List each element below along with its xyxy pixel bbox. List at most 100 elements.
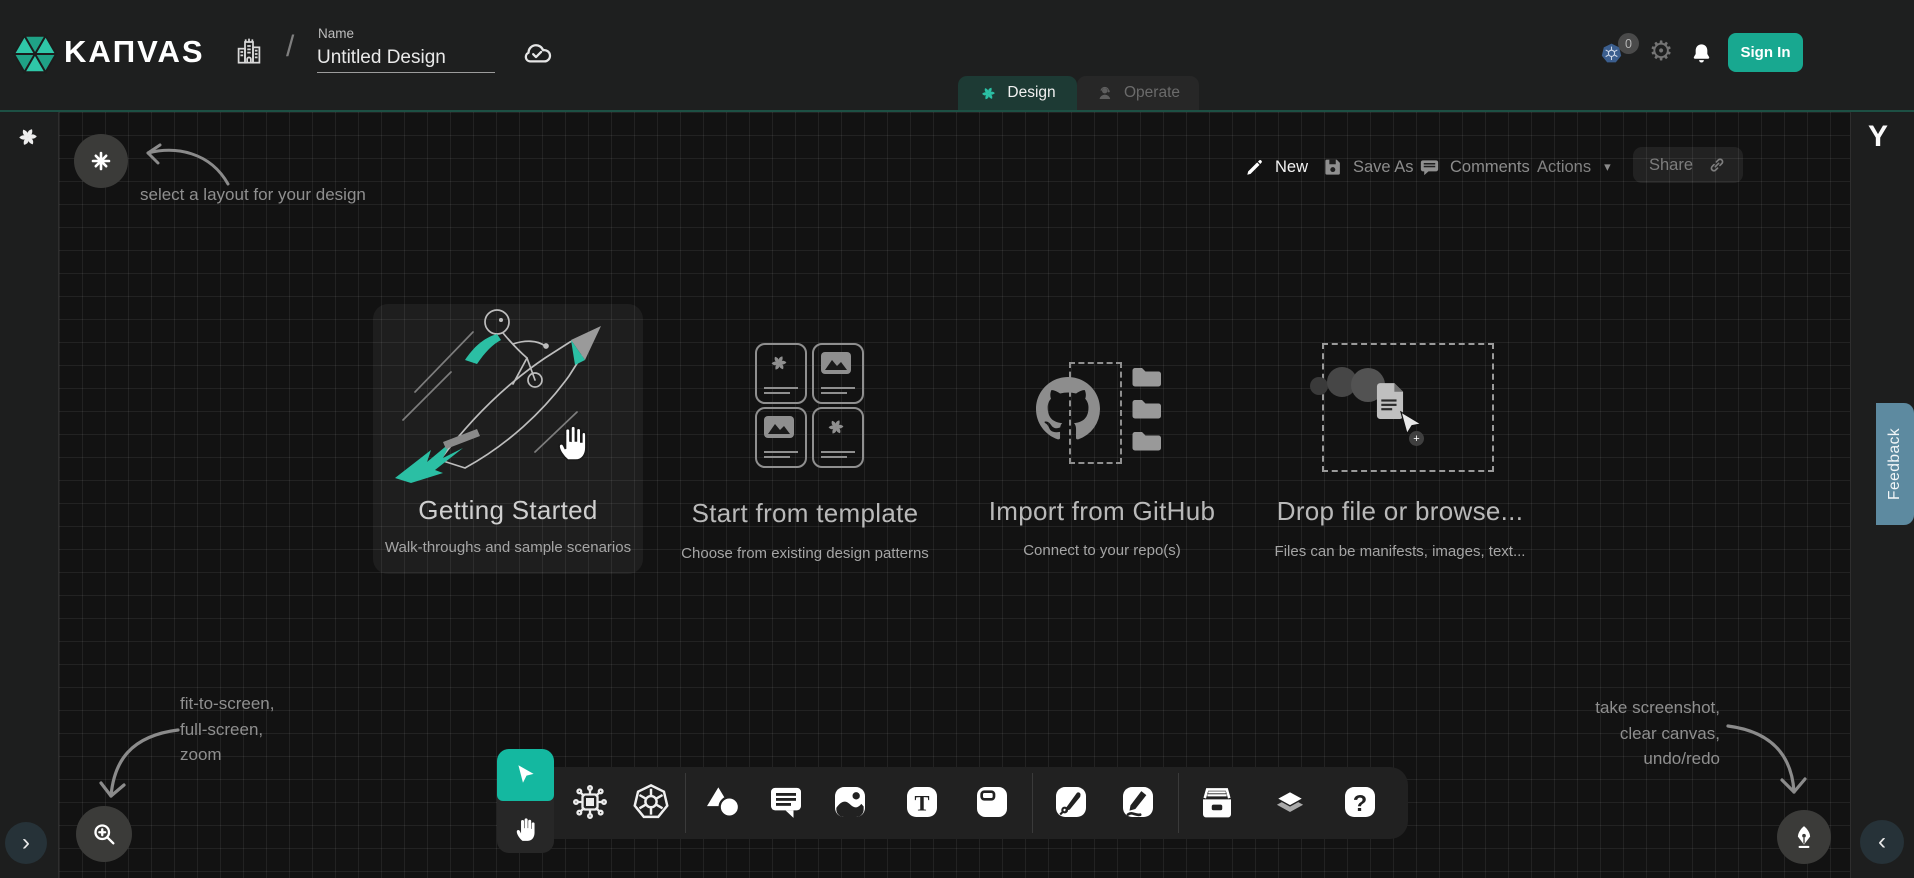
folder-icon bbox=[1130, 397, 1163, 421]
pinwheel-icon bbox=[825, 416, 847, 438]
kubernetes-wheel-icon bbox=[630, 781, 672, 823]
hint-line: zoom bbox=[180, 742, 274, 768]
canvas-actions-hint-text: take screenshot, clear canvas, undo/redo bbox=[1558, 695, 1720, 772]
hint-line: full-screen, bbox=[180, 717, 274, 743]
pinwheel-icon bbox=[768, 352, 790, 374]
card-start-from-template[interactable] bbox=[725, 330, 890, 475]
toolbar-separator bbox=[1178, 773, 1179, 833]
comments-icon bbox=[1418, 156, 1441, 179]
template-tile bbox=[812, 343, 864, 404]
design-pinwheel-icon bbox=[979, 84, 998, 103]
kubernetes-tool[interactable] bbox=[628, 779, 674, 825]
notifications-bell-icon[interactable] bbox=[1689, 41, 1714, 66]
layout-hint-arrow bbox=[138, 140, 233, 190]
viewport-hint-text: fit-to-screen, full-screen, zoom bbox=[180, 691, 274, 768]
image-icon bbox=[764, 416, 794, 438]
comments-button[interactable]: Comments bbox=[1418, 150, 1530, 184]
tab-design[interactable]: Design bbox=[958, 76, 1077, 110]
chevron-right-icon: › bbox=[22, 829, 30, 857]
share-button[interactable]: Share bbox=[1633, 147, 1743, 183]
hint-line: undo/redo bbox=[1558, 746, 1720, 772]
card-subtitle: Connect to your repo(s) bbox=[952, 542, 1252, 559]
card-title: Drop file or browse... bbox=[1250, 496, 1550, 527]
layers-icon bbox=[1269, 781, 1311, 823]
layout-picker-button[interactable] bbox=[74, 134, 128, 188]
template-tile bbox=[812, 407, 864, 468]
select-cursor-tool[interactable] bbox=[497, 749, 554, 801]
text-glyph: T bbox=[914, 790, 929, 815]
y-partner-logo: Y bbox=[1868, 120, 1888, 154]
template-tile bbox=[755, 343, 807, 404]
hint-line: fit-to-screen, bbox=[180, 691, 274, 717]
operate-headset-icon bbox=[1096, 84, 1115, 103]
share-link-icon bbox=[1707, 155, 1727, 175]
feedback-tab[interactable]: Feedback bbox=[1876, 403, 1914, 525]
cloud-saved-icon bbox=[520, 38, 554, 65]
pen-tool[interactable] bbox=[1048, 779, 1094, 825]
text-icon: T bbox=[902, 782, 942, 822]
archive-tool[interactable] bbox=[1194, 779, 1240, 825]
card-subtitle: Walk-throughs and sample scenarios bbox=[358, 539, 658, 556]
pan-hand-tool[interactable] bbox=[497, 801, 554, 853]
question-mark-icon: ? bbox=[1340, 782, 1380, 822]
component-chip-tool[interactable] bbox=[567, 779, 613, 825]
viewport-hint-arrow bbox=[90, 718, 185, 810]
blob-circle bbox=[1310, 377, 1328, 395]
text-tool[interactable]: T bbox=[899, 779, 945, 825]
rocket-doodle-illustration bbox=[385, 300, 635, 490]
zoom-controls-button[interactable] bbox=[76, 806, 132, 862]
chip-icon bbox=[570, 782, 610, 822]
spinner-spiral-icon bbox=[15, 124, 41, 150]
drop-file-zone[interactable] bbox=[1322, 343, 1494, 472]
sticky-note-icon bbox=[972, 782, 1012, 822]
layers-tool[interactable] bbox=[1267, 779, 1313, 825]
canvas-actions-button[interactable] bbox=[1777, 810, 1831, 864]
shapes-tool[interactable] bbox=[700, 779, 746, 825]
comment-bubble-icon bbox=[766, 782, 806, 822]
pencil-draw-tool[interactable] bbox=[1115, 779, 1161, 825]
card-title: Getting Started bbox=[373, 495, 643, 526]
expand-left-panel-button[interactable]: › bbox=[5, 822, 47, 864]
expand-right-panel-button[interactable]: ‹ bbox=[1860, 820, 1904, 864]
breadcrumb-slash: / bbox=[286, 30, 294, 64]
tab-operate[interactable]: Operate bbox=[1077, 76, 1199, 110]
card-title: Import from GitHub bbox=[952, 496, 1252, 527]
hand-icon bbox=[512, 812, 540, 842]
cluster-count-badge: 0 bbox=[1618, 33, 1639, 54]
toolbar-separator bbox=[685, 773, 686, 833]
settings-gear-icon[interactable]: ⚙ bbox=[1649, 36, 1673, 67]
tab-operate-label: Operate bbox=[1124, 84, 1180, 102]
organization-icon bbox=[233, 36, 265, 68]
image-icon bbox=[830, 782, 870, 822]
toolbar-separator bbox=[1032, 773, 1033, 833]
design-name-input[interactable] bbox=[317, 44, 495, 73]
pen-nib-icon bbox=[1791, 824, 1817, 850]
app-header: KAΠVAS / Name Design Operate bbox=[0, 0, 1914, 110]
help-tool[interactable]: ? bbox=[1337, 779, 1383, 825]
pen-path-icon bbox=[1051, 782, 1091, 822]
brand-title: KAΠVAS bbox=[64, 34, 205, 70]
pencil-scribble-icon bbox=[1118, 782, 1158, 822]
chevron-left-icon: ‹ bbox=[1878, 828, 1886, 856]
actions-dropdown[interactable]: Actions ▾ bbox=[1537, 150, 1611, 184]
sign-in-button[interactable]: Sign In bbox=[1728, 33, 1803, 72]
save-as-label: Save As bbox=[1353, 158, 1414, 177]
save-as-button[interactable]: Save As bbox=[1322, 150, 1414, 184]
tab-design-label: Design bbox=[1007, 84, 1055, 102]
folder-icon bbox=[1130, 365, 1163, 389]
hint-line: take screenshot, bbox=[1558, 695, 1720, 721]
card-subtitle: Choose from existing design patterns bbox=[655, 545, 955, 562]
canvas-actions-hint-arrow bbox=[1722, 712, 1812, 802]
image-tool[interactable] bbox=[827, 779, 873, 825]
left-panel-strip bbox=[0, 112, 59, 878]
comment-tool[interactable] bbox=[763, 779, 809, 825]
sticky-note-tool[interactable] bbox=[969, 779, 1015, 825]
github-octocat-icon bbox=[1036, 377, 1100, 441]
new-design-button[interactable]: New bbox=[1243, 150, 1308, 184]
actions-label: Actions bbox=[1537, 158, 1591, 177]
comments-label: Comments bbox=[1450, 158, 1530, 177]
share-label: Share bbox=[1649, 156, 1693, 175]
chevron-down-icon: ▾ bbox=[1604, 159, 1611, 175]
hand-cursor-icon bbox=[552, 416, 594, 464]
card-subtitle: Files can be manifests, images, text... bbox=[1250, 543, 1550, 560]
